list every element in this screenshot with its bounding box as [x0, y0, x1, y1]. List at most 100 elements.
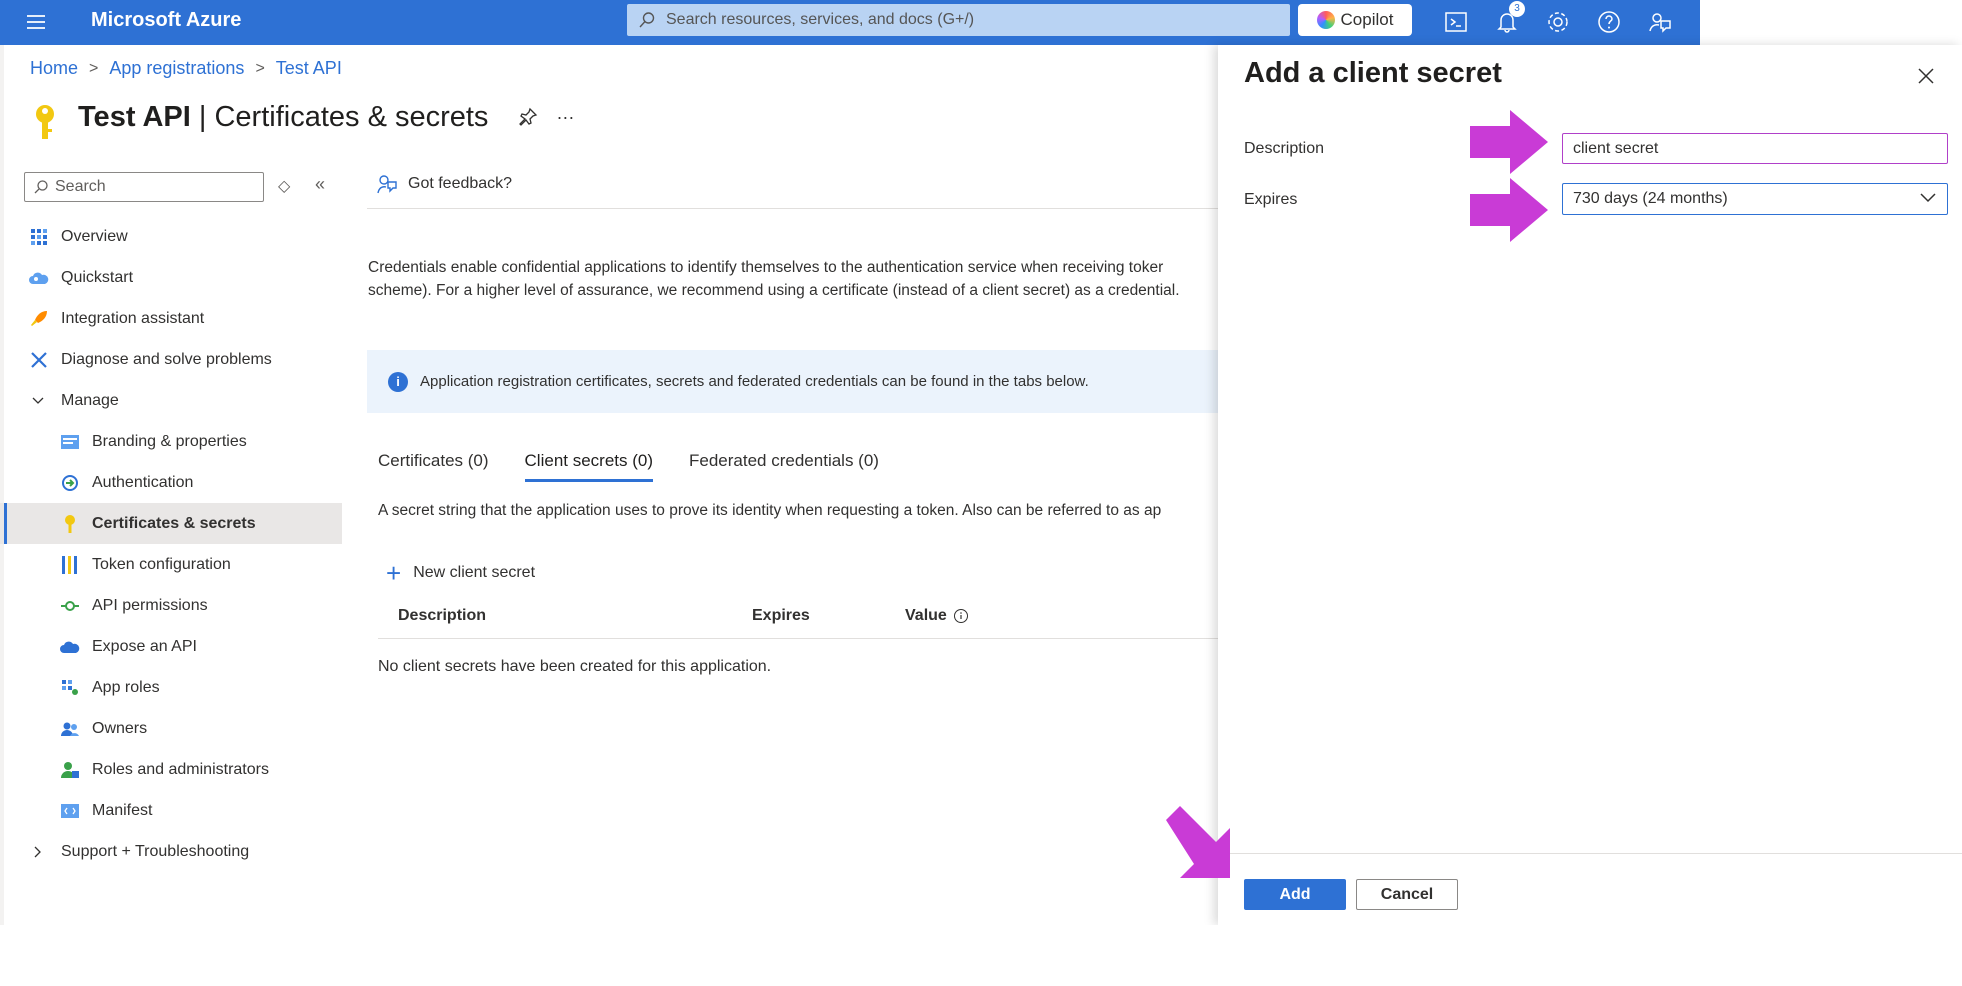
- add-client-secret-panel: Add a client secret Description client s…: [1218, 45, 1962, 925]
- global-search-input[interactable]: Search resources, services, and docs (G+…: [627, 4, 1290, 36]
- sidebar-item-label: Manage: [61, 391, 119, 409]
- sidebar-item-certificates-secrets[interactable]: Certificates & secrets: [0, 503, 342, 544]
- grid-icon: [29, 227, 49, 247]
- description-input[interactable]: client secret: [1562, 133, 1948, 164]
- owners-icon: [60, 719, 80, 739]
- info-banner: i Application registration certificates,…: [367, 350, 1218, 413]
- chevron-down-icon: [32, 397, 44, 404]
- annotation-arrow-right-icon: [1470, 110, 1548, 174]
- breadcrumb-separator-icon: >: [89, 59, 99, 77]
- page-title: Test API | Certificates & secrets: [78, 101, 488, 134]
- bottom-blank: [0, 925, 1962, 986]
- sidebar-item-label: App roles: [92, 678, 160, 696]
- sidebar-item-diagnose[interactable]: Diagnose and solve problems: [0, 339, 342, 380]
- info-icon: i: [388, 371, 408, 392]
- top-bar: Microsoft Azure Search resources, servic…: [0, 0, 1962, 45]
- tab-certificates[interactable]: Certificates (0): [378, 451, 489, 482]
- collapse-sidebar-icon[interactable]: «: [315, 174, 325, 195]
- sidebar-search-input[interactable]: Search: [24, 172, 264, 202]
- feedback-button[interactable]: Got feedback?: [376, 173, 512, 195]
- settings-gear-icon[interactable]: [1545, 9, 1571, 35]
- sidebar-item-label: Integration assistant: [61, 309, 205, 327]
- breadcrumb: Home > App registrations > Test API: [30, 58, 342, 79]
- expires-dropdown[interactable]: 730 days (24 months): [1562, 183, 1948, 215]
- pin-icon[interactable]: [518, 107, 538, 127]
- breadcrumb-test-api[interactable]: Test API: [276, 58, 342, 79]
- sidebar-item-integration-assistant[interactable]: Integration assistant: [0, 298, 342, 339]
- info-circle-icon[interactable]: [953, 608, 969, 624]
- help-icon[interactable]: [1596, 9, 1622, 35]
- sidebar-search-placeholder: Search: [55, 178, 106, 195]
- sidebar-group-support[interactable]: Support + Troubleshooting: [0, 831, 342, 872]
- search-icon: [34, 180, 48, 194]
- sidebar-item-label: Quickstart: [61, 268, 134, 286]
- sidebar-item-label: Owners: [92, 719, 148, 737]
- column-header-value: Value: [905, 607, 969, 625]
- sidebar-item-quickstart[interactable]: Quickstart: [0, 257, 342, 298]
- intro-text: Credentials enable confidential applicat…: [368, 257, 1218, 302]
- annotation-arrow-right-icon: [1470, 178, 1548, 242]
- sidebar-item-label: Expose an API: [92, 637, 197, 655]
- close-icon[interactable]: [1915, 65, 1937, 87]
- authentication-icon: [60, 473, 80, 493]
- sidebar-item-token-configuration[interactable]: Token configuration: [0, 544, 342, 585]
- sidebar-item-manifest[interactable]: Manifest: [0, 790, 342, 831]
- sidebar-item-label: Roles and administrators: [92, 760, 269, 778]
- sidebar-item-expose-api[interactable]: Expose an API: [0, 626, 342, 667]
- sidebar-item-owners[interactable]: Owners: [0, 708, 342, 749]
- cloud-users-icon: [29, 268, 49, 288]
- sidebar-item-authentication[interactable]: Authentication: [0, 462, 342, 503]
- rocket-icon: [29, 309, 49, 329]
- more-options-icon[interactable]: ···: [556, 107, 574, 128]
- copilot-button[interactable]: Copilot: [1298, 4, 1412, 36]
- global-search-placeholder: Search resources, services, and docs (G+…: [666, 11, 975, 28]
- sidebar-item-api-permissions[interactable]: API permissions: [0, 585, 342, 626]
- search-icon: [639, 12, 655, 28]
- sidebar-item-label: Token configuration: [92, 555, 231, 573]
- empty-table-message: No client secrets have been created for …: [378, 658, 772, 675]
- sidebar-item-roles-administrators[interactable]: Roles and administrators: [0, 749, 342, 790]
- token-icon: [60, 555, 80, 575]
- info-banner-text: Application registration certificates, s…: [420, 373, 1089, 390]
- page-title-section: | Certificates & secrets: [198, 100, 489, 133]
- sidebar-item-label: Branding & properties: [92, 432, 247, 450]
- tab-client-secrets[interactable]: Client secrets (0): [524, 451, 654, 482]
- wrench-icon: [29, 350, 49, 370]
- feedback-icon: [377, 175, 397, 194]
- add-button[interactable]: Add: [1244, 879, 1346, 910]
- sidebar-group-manage[interactable]: Manage: [0, 380, 342, 421]
- tab-description: A secret string that the application use…: [378, 502, 1162, 519]
- page-header: Test API | Certificates & secrets ···: [30, 93, 574, 141]
- key-icon: [36, 105, 54, 139]
- sidebar-item-overview[interactable]: Overview: [0, 216, 342, 257]
- cloud-shell-icon[interactable]: [1443, 9, 1469, 35]
- breadcrumb-home[interactable]: Home: [30, 58, 78, 79]
- feedback-icon[interactable]: [1647, 9, 1673, 35]
- chevron-right-icon: [34, 846, 41, 857]
- copilot-icon: [1316, 11, 1335, 29]
- breadcrumb-separator-icon: >: [255, 59, 265, 77]
- manifest-icon: [60, 801, 80, 821]
- cancel-button[interactable]: Cancel: [1356, 879, 1458, 910]
- app-roles-icon: [60, 678, 80, 698]
- sort-toggle-icon[interactable]: ◇: [278, 176, 290, 196]
- hamburger-menu-icon[interactable]: [24, 10, 48, 34]
- breadcrumb-app-registrations[interactable]: App registrations: [109, 58, 244, 79]
- sidebar-item-label: Authentication: [92, 473, 194, 491]
- key-icon: [60, 514, 80, 534]
- intro-line-1: Credentials enable confidential applicat…: [368, 259, 1164, 276]
- expires-selected-value: 730 days (24 months): [1573, 190, 1728, 207]
- sidebar-item-branding[interactable]: Branding & properties: [0, 421, 342, 462]
- panel-title: Add a client secret: [1244, 57, 1502, 89]
- sidebar-item-app-roles[interactable]: App roles: [0, 667, 342, 708]
- topbar-right-blank: [1700, 0, 1962, 45]
- new-client-secret-button[interactable]: + New client secret: [386, 560, 535, 586]
- expires-label: Expires: [1244, 191, 1298, 208]
- column-header-value-label: Value: [905, 607, 947, 624]
- sidebar-nav: Overview Quickstart Integration assistan…: [0, 216, 342, 872]
- brand-title[interactable]: Microsoft Azure: [91, 9, 241, 32]
- page-title-app: Test API: [78, 100, 191, 133]
- sidebar-item-label: Manifest: [92, 801, 153, 819]
- branding-icon: [60, 432, 80, 452]
- tab-federated-credentials[interactable]: Federated credentials (0): [689, 451, 879, 482]
